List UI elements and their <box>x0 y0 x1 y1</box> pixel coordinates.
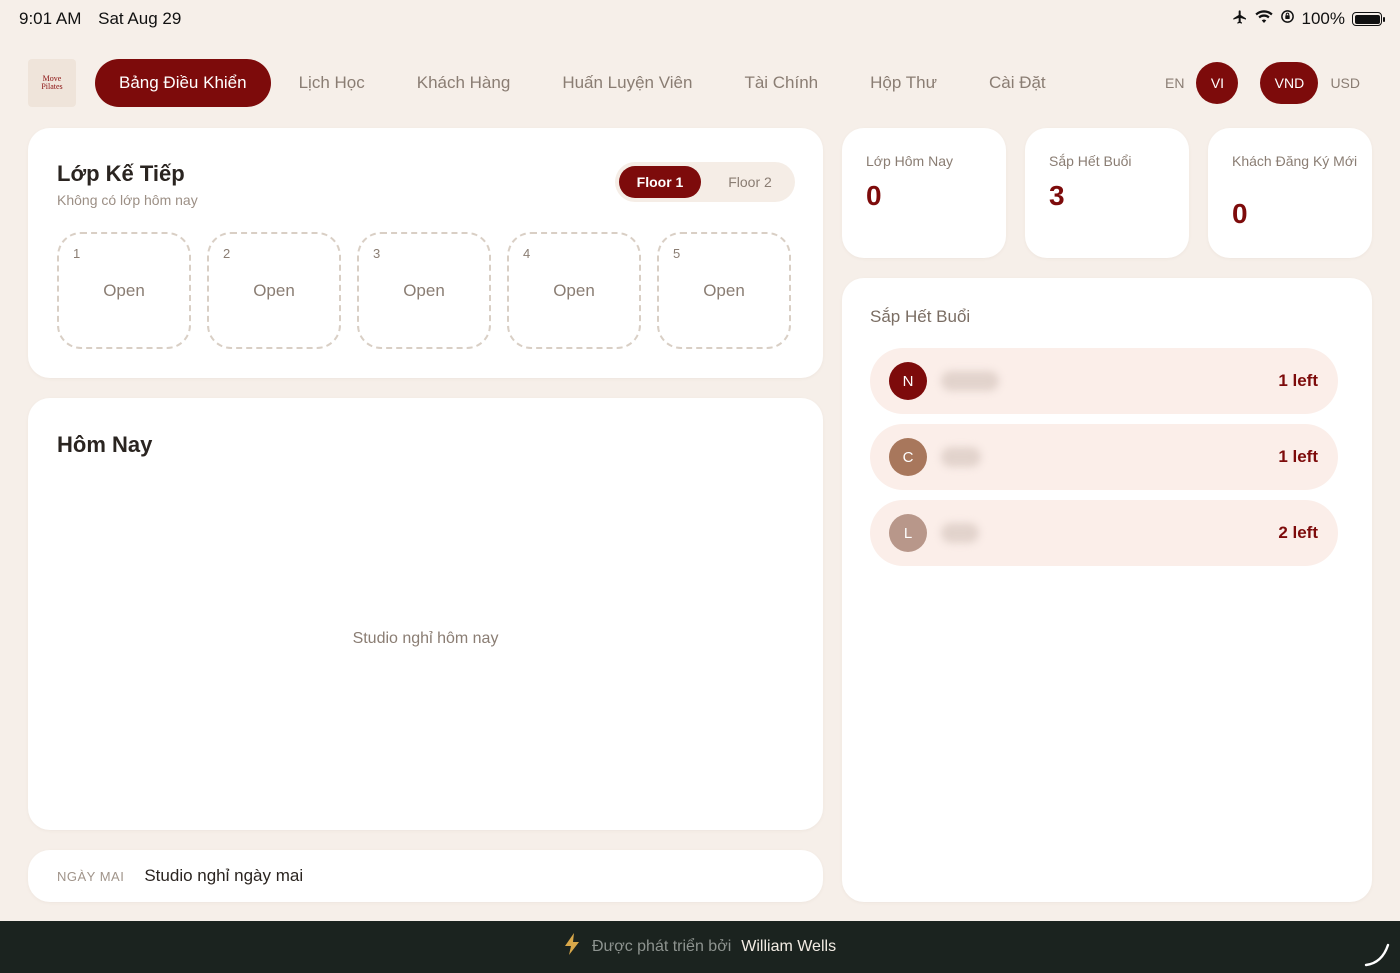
avatar: C <box>889 438 927 476</box>
footer: Được phát triển bởi William Wells <box>0 921 1400 973</box>
logo-line2: Pilates <box>41 82 63 91</box>
client-name-blurred <box>941 447 981 467</box>
tomorrow-text: Studio nghỉ ngày mai <box>144 866 304 885</box>
slot-number: 4 <box>523 246 531 261</box>
status-time: 9:01 AM <box>19 9 82 28</box>
status-bar: 9:01 AM Sat Aug 29 100% <box>0 0 1400 38</box>
slot-label: Open <box>103 280 145 300</box>
today-card: Hôm Nay Studio nghỉ hôm nay <box>28 398 823 830</box>
tomorrow-label: NGÀY MAI <box>57 868 125 884</box>
slot-label: Open <box>703 280 745 300</box>
tab-finance[interactable]: Tài Chính <box>720 59 842 107</box>
currency-vnd-button[interactable]: VND <box>1260 62 1319 104</box>
sessions-left: 2 left <box>1278 523 1318 542</box>
stat-label: Lớp Hôm Nay <box>866 153 953 169</box>
slot-number: 3 <box>373 246 381 261</box>
floor-toggle: Floor 1 Floor 2 <box>615 162 795 202</box>
nav-toggles: EN VI VND USD <box>1153 62 1372 104</box>
lightning-icon <box>564 933 580 961</box>
tab-schedule[interactable]: Lịch Học <box>275 59 389 107</box>
sessions-left: 1 left <box>1278 447 1318 466</box>
currency-usd-button[interactable]: USD <box>1318 62 1372 104</box>
today-empty-message: Studio nghỉ hôm nay <box>352 630 499 647</box>
list-item[interactable]: L 2 left <box>870 500 1338 566</box>
client-name-blurred <box>941 523 979 543</box>
language-en-button[interactable]: EN <box>1153 62 1196 104</box>
floor-1-button[interactable]: Floor 1 <box>619 166 701 198</box>
sessions-left: 1 left <box>1278 371 1318 390</box>
slot-label: Open <box>253 280 295 300</box>
wifi-icon <box>1254 9 1273 29</box>
slot-2[interactable]: 2 Open <box>207 232 341 349</box>
avatar: N <box>889 362 927 400</box>
next-class-title: Lớp Kế Tiếp <box>57 161 185 186</box>
reformer-slots: 1 Open 2 Open 3 Open 4 Open 5 Open <box>57 232 791 349</box>
slot-number: 2 <box>223 246 231 261</box>
battery-icon <box>1352 12 1385 26</box>
footer-author[interactable]: William Wells <box>741 938 836 956</box>
next-class-card: Lớp Kế Tiếp Không có lớp hôm nay Floor 1… <box>28 128 823 378</box>
orientation-lock-icon <box>1280 9 1295 29</box>
slot-4[interactable]: 4 Open <box>507 232 641 349</box>
footer-credit-text: Được phát triển bởi <box>591 938 732 955</box>
list-item[interactable]: N 1 left <box>870 348 1338 414</box>
status-left: 9:01 AM Sat Aug 29 <box>19 9 193 29</box>
slot-5[interactable]: 5 Open <box>657 232 791 349</box>
stat-value: 0 <box>1232 198 1248 229</box>
top-nav: Move Pilates Bảng Điều Khiển Lịch Học Kh… <box>28 58 1372 108</box>
expiring-title: Sắp Hết Buổi <box>870 307 971 326</box>
tab-inbox[interactable]: Hộp Thư <box>846 59 961 107</box>
avatar: L <box>889 514 927 552</box>
studio-logo[interactable]: Move Pilates <box>28 59 76 107</box>
stat-label: Khách Đăng Ký Mới <box>1232 153 1358 169</box>
client-name-blurred <box>941 371 999 391</box>
tab-clients[interactable]: Khách Hàng <box>393 59 535 107</box>
tomorrow-bar: NGÀY MAI Studio nghỉ ngày mai <box>28 850 823 902</box>
slot-number: 5 <box>673 246 681 261</box>
home-indicator-icon <box>1364 943 1390 967</box>
airplane-icon <box>1232 9 1248 30</box>
expiring-sessions-card: Sắp Hết Buổi N 1 left C 1 left L 2 left <box>842 278 1372 902</box>
stat-expiring-sessions[interactable]: Sắp Hết Buổi 3 <box>1025 128 1189 258</box>
expiring-list: N 1 left C 1 left L 2 left <box>870 348 1338 576</box>
stat-value: 0 <box>866 180 882 211</box>
tab-instructors[interactable]: Huấn Luyện Viên <box>538 59 716 107</box>
status-right: 100% <box>1232 9 1385 30</box>
stat-label: Sắp Hết Buổi <box>1049 153 1132 169</box>
tab-dashboard[interactable]: Bảng Điều Khiển <box>95 59 271 107</box>
stat-value: 3 <box>1049 180 1065 211</box>
today-title: Hôm Nay <box>57 432 153 457</box>
stat-new-clients[interactable]: Khách Đăng Ký Mới 0 <box>1208 128 1372 258</box>
slot-label: Open <box>553 280 595 300</box>
slot-1[interactable]: 1 Open <box>57 232 191 349</box>
tab-settings[interactable]: Cài Đặt <box>965 59 1070 107</box>
status-date: Sat Aug 29 <box>98 9 182 28</box>
next-class-subtitle: Không có lớp hôm nay <box>57 192 198 208</box>
slot-number: 1 <box>73 246 81 261</box>
language-vi-button[interactable]: VI <box>1196 62 1239 104</box>
list-item[interactable]: C 1 left <box>870 424 1338 490</box>
battery-percent: 100% <box>1301 9 1345 28</box>
floor-2-button[interactable]: Floor 2 <box>709 166 791 198</box>
slot-3[interactable]: 3 Open <box>357 232 491 349</box>
stat-classes-today[interactable]: Lớp Hôm Nay 0 <box>842 128 1006 258</box>
slot-label: Open <box>403 280 445 300</box>
